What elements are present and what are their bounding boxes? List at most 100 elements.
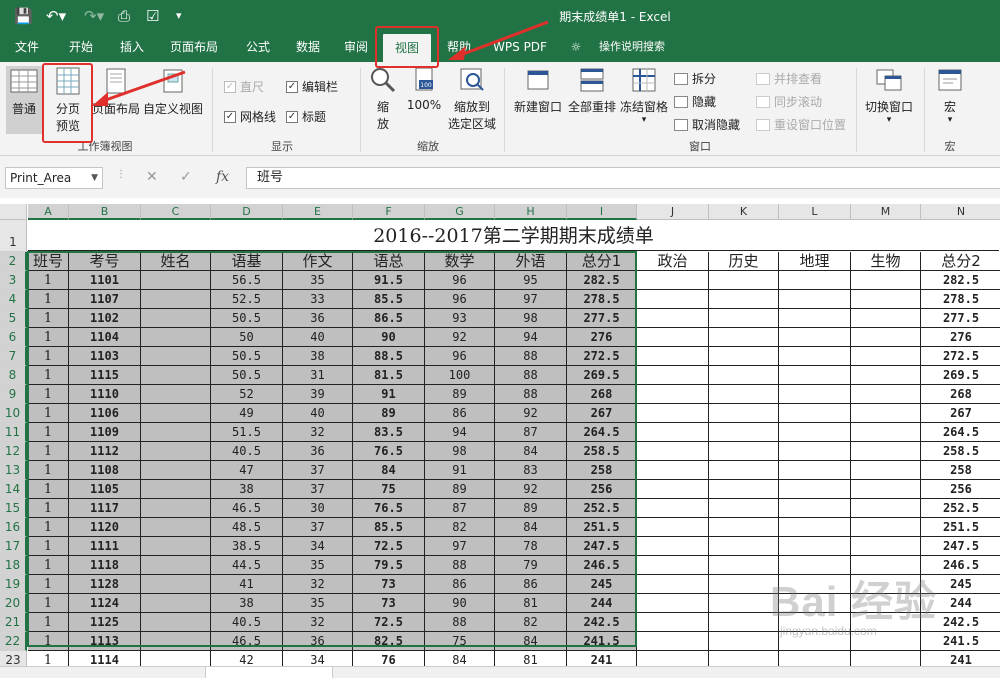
- table-cell[interactable]: 51.5: [211, 423, 283, 442]
- header-cell[interactable]: 生物: [851, 252, 921, 271]
- table-cell[interactable]: 1120: [69, 518, 141, 537]
- formula-bar-checkbox[interactable]: ✓ 编辑栏: [286, 78, 338, 95]
- table-cell[interactable]: 1: [28, 366, 69, 385]
- table-cell[interactable]: 88: [495, 385, 567, 404]
- table-cell[interactable]: [709, 366, 779, 385]
- table-cell[interactable]: [637, 613, 709, 632]
- column-header-c[interactable]: C: [141, 204, 211, 220]
- row-header[interactable]: 22: [0, 632, 27, 651]
- table-cell[interactable]: 251.5: [567, 518, 637, 537]
- table-cell[interactable]: [637, 556, 709, 575]
- table-cell[interactable]: 40: [283, 328, 353, 347]
- table-cell[interactable]: 100: [425, 366, 495, 385]
- table-cell[interactable]: [851, 290, 921, 309]
- table-cell[interactable]: [709, 328, 779, 347]
- table-cell[interactable]: [141, 537, 211, 556]
- table-cell[interactable]: 1: [28, 499, 69, 518]
- table-cell[interactable]: 35: [283, 556, 353, 575]
- table-cell[interactable]: 38.5: [211, 537, 283, 556]
- page-layout-view-button[interactable]: 页面布局: [90, 66, 142, 134]
- header-cell[interactable]: 总分2: [921, 252, 1000, 271]
- table-cell[interactable]: [709, 556, 779, 575]
- table-cell[interactable]: [637, 328, 709, 347]
- table-cell[interactable]: 72.5: [353, 613, 425, 632]
- table-cell[interactable]: 1128: [69, 575, 141, 594]
- column-header-b[interactable]: B: [69, 204, 141, 220]
- table-cell[interactable]: 40.5: [211, 442, 283, 461]
- table-cell[interactable]: 37: [283, 461, 353, 480]
- table-cell[interactable]: [637, 366, 709, 385]
- table-cell[interactable]: 1115: [69, 366, 141, 385]
- table-cell[interactable]: 50: [211, 328, 283, 347]
- table-cell[interactable]: 91: [353, 385, 425, 404]
- table-cell[interactable]: 1: [28, 575, 69, 594]
- select-all-corner[interactable]: [0, 204, 27, 220]
- table-cell[interactable]: 1107: [69, 290, 141, 309]
- table-cell[interactable]: 84: [495, 632, 567, 651]
- cancel-icon[interactable]: ✕: [146, 169, 158, 185]
- table-cell[interactable]: 244: [921, 594, 1000, 613]
- table-cell[interactable]: 1: [28, 385, 69, 404]
- table-cell[interactable]: [141, 518, 211, 537]
- table-cell[interactable]: [779, 499, 851, 518]
- table-cell[interactable]: 96: [425, 347, 495, 366]
- table-cell[interactable]: 37: [283, 480, 353, 499]
- table-cell[interactable]: [709, 271, 779, 290]
- table-cell[interactable]: [141, 442, 211, 461]
- table-cell[interactable]: [141, 556, 211, 575]
- table-cell[interactable]: 252.5: [567, 499, 637, 518]
- row-header[interactable]: 8: [0, 366, 27, 385]
- table-cell[interactable]: 81.5: [353, 366, 425, 385]
- table-cell[interactable]: 1: [28, 328, 69, 347]
- enter-icon[interactable]: ✓: [180, 169, 192, 185]
- table-cell[interactable]: [779, 290, 851, 309]
- table-cell[interactable]: 1106: [69, 404, 141, 423]
- row-header[interactable]: 7: [0, 347, 27, 366]
- table-cell[interactable]: [779, 613, 851, 632]
- table-cell[interactable]: 251.5: [921, 518, 1000, 537]
- table-cell[interactable]: 90: [425, 594, 495, 613]
- table-cell[interactable]: [709, 423, 779, 442]
- table-cell[interactable]: 78: [495, 537, 567, 556]
- table-cell[interactable]: 46.5: [211, 632, 283, 651]
- table-cell[interactable]: 97: [495, 290, 567, 309]
- table-cell[interactable]: [779, 366, 851, 385]
- table-cell[interactable]: 84: [495, 442, 567, 461]
- table-cell[interactable]: 92: [495, 404, 567, 423]
- table-cell[interactable]: 50.5: [211, 309, 283, 328]
- header-cell[interactable]: 班号: [28, 252, 69, 271]
- table-cell[interactable]: 52: [211, 385, 283, 404]
- hide-button[interactable]: 隐藏: [674, 93, 716, 110]
- column-header-i[interactable]: I: [567, 204, 637, 220]
- table-cell[interactable]: 1: [28, 404, 69, 423]
- table-cell[interactable]: [851, 309, 921, 328]
- sheet-tab[interactable]: [205, 667, 333, 678]
- table-cell[interactable]: 267: [921, 404, 1000, 423]
- table-cell[interactable]: 37: [283, 518, 353, 537]
- row-header[interactable]: 16: [0, 518, 27, 537]
- table-cell[interactable]: 278.5: [921, 290, 1000, 309]
- header-cell[interactable]: 语总: [353, 252, 425, 271]
- row-header[interactable]: 10: [0, 404, 27, 423]
- table-cell[interactable]: [637, 271, 709, 290]
- table-cell[interactable]: 41: [211, 575, 283, 594]
- new-window-button[interactable]: 新建窗口: [512, 66, 564, 134]
- row-header[interactable]: 6: [0, 328, 27, 347]
- row-header-2[interactable]: 2: [0, 252, 27, 271]
- table-cell[interactable]: 30: [283, 499, 353, 518]
- name-box[interactable]: Print_Area ▼: [5, 167, 103, 189]
- table-cell[interactable]: 84: [495, 518, 567, 537]
- table-cell[interactable]: [637, 632, 709, 651]
- table-cell[interactable]: [779, 480, 851, 499]
- formula-input[interactable]: 班号: [246, 167, 1000, 189]
- table-cell[interactable]: 89: [425, 480, 495, 499]
- table-cell[interactable]: [141, 347, 211, 366]
- table-cell[interactable]: 40.5: [211, 613, 283, 632]
- table-cell[interactable]: 282.5: [921, 271, 1000, 290]
- table-cell[interactable]: [851, 385, 921, 404]
- tab-file[interactable]: 文件: [6, 32, 48, 62]
- table-cell[interactable]: [709, 404, 779, 423]
- zoom-100-button[interactable]: 100 100%: [404, 66, 444, 136]
- table-cell[interactable]: 1: [28, 290, 69, 309]
- table-cell[interactable]: 94: [495, 328, 567, 347]
